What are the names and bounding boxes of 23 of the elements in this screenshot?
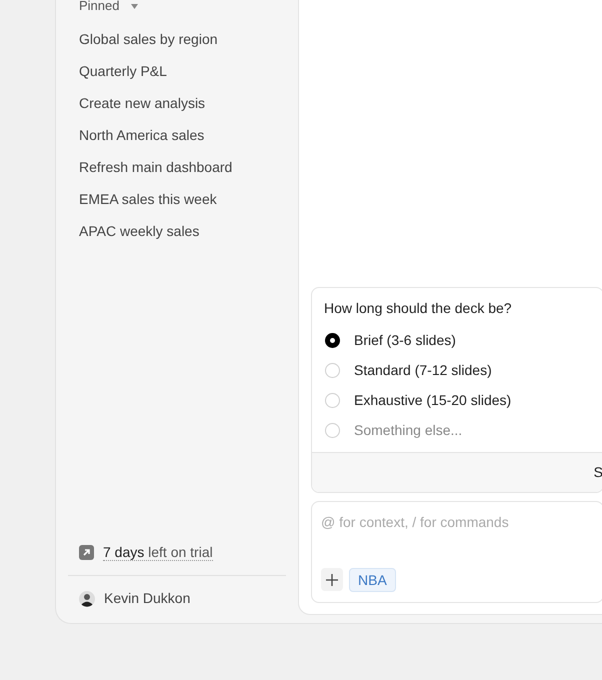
plus-icon [326, 574, 338, 586]
sidebar-item[interactable]: North America sales [68, 119, 286, 151]
context-chip[interactable]: NBA [349, 568, 396, 592]
pinned-section-toggle[interactable]: Pinned [68, 0, 286, 13]
message-input[interactable]: @ for context, / for commands [321, 512, 594, 533]
sidebar-item[interactable]: Refresh main dashboard [68, 151, 286, 183]
radio-option[interactable]: Standard (7-12 slides) [324, 355, 591, 385]
add-button[interactable] [321, 568, 343, 591]
radio-option[interactable]: Something else... [324, 415, 591, 445]
question-prompt: How long should the deck be? [323, 299, 513, 318]
radio-option[interactable]: Brief (3-6 slides) [324, 325, 591, 355]
sidebar-item[interactable]: APAC weekly sales [68, 215, 286, 247]
radio-option[interactable]: Exhaustive (15-20 slides) [324, 385, 591, 415]
sidebar-item[interactable]: Create new analysis [68, 87, 286, 119]
external-link-icon [79, 545, 94, 560]
sidebar-item[interactable]: EMEA sales this week [68, 183, 286, 215]
avatar-icon [79, 590, 95, 606]
user-name: Kevin Dukkon [104, 589, 190, 608]
caret-icon [131, 4, 138, 8]
sidebar-item[interactable]: Quarterly P&L [68, 55, 286, 87]
submit-button[interactable]: S [594, 462, 602, 483]
trial-status-link[interactable]: 7 days left on trial [103, 544, 213, 561]
sidebar-item[interactable]: Global sales by region [68, 23, 286, 55]
